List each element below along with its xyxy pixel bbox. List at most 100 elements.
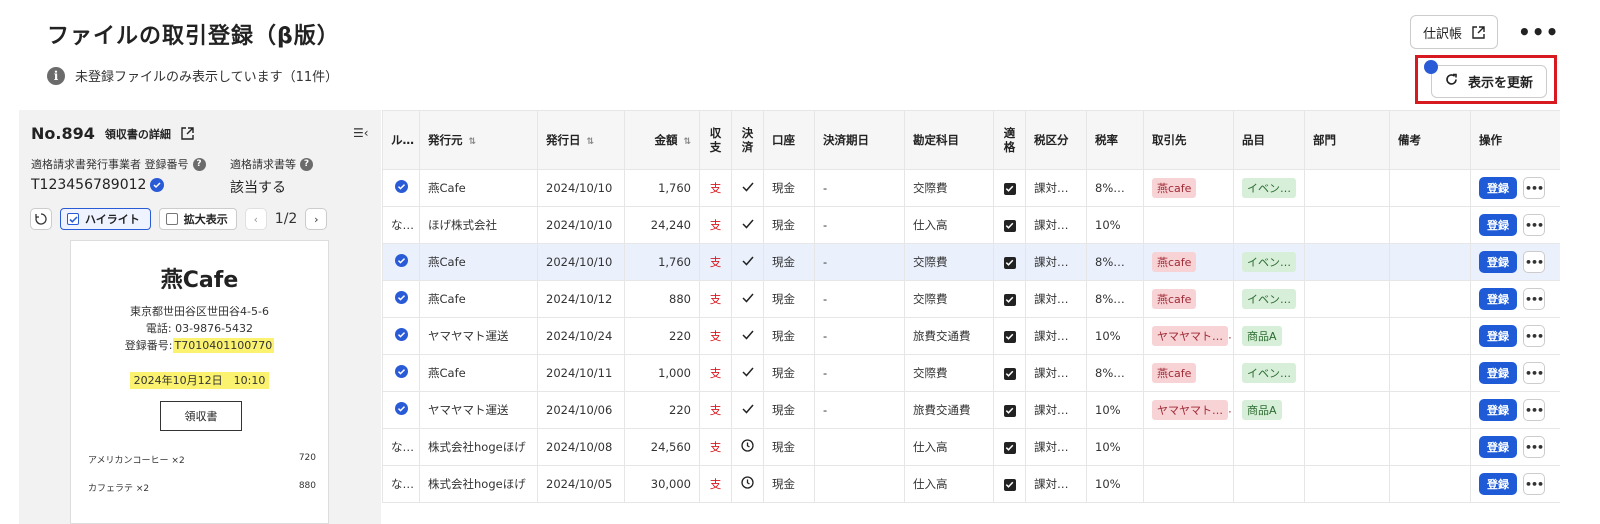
due-cell: [814, 428, 905, 466]
qualified-cell[interactable]: [993, 391, 1026, 429]
refresh-button[interactable]: 表示を更新: [1431, 65, 1547, 98]
partner-cell: 燕cafe: [1143, 354, 1234, 392]
col-rule[interactable]: ル…: [382, 110, 420, 170]
table-row[interactable]: 燕Cafe 2024/10/11 1,000 支現金 - 交際費 課対仕… 8%（… 燕cafe…: [382, 354, 1560, 392]
partner-cell: [1143, 206, 1234, 244]
receipt-doc-title: 領収書: [160, 401, 242, 431]
rule-applied-icon: [394, 291, 408, 307]
table-row[interactable]: 燕Cafe 2024/10/12 880 支現金 - 交際費 課対仕… 8%（… 燕cafe イベ…: [382, 280, 1560, 318]
help-icon[interactable]: ?: [192, 157, 206, 171]
qualified-cell[interactable]: [993, 465, 1026, 503]
row-more-button[interactable]: •••: [1523, 214, 1545, 236]
col-date[interactable]: 発行日 ⇅: [537, 110, 625, 170]
memo-cell: [1389, 243, 1471, 281]
table-body: 燕Cafe 2024/10/10 1,760 支現金 - 交際費 課対仕… 8%（… 燕cafe…: [382, 169, 1560, 503]
register-button[interactable]: 登録: [1479, 177, 1517, 199]
qualified-cell[interactable]: [993, 428, 1026, 466]
qualified-cell[interactable]: [993, 243, 1026, 281]
help-icon[interactable]: ?: [300, 157, 313, 171]
row-more-button[interactable]: •••: [1523, 251, 1545, 273]
table-row[interactable]: なし 株式会社hogeほげ 2024/10/08 24,560 支現金 仕入高 課対仕… 10…: [382, 428, 1560, 466]
qualified-cell[interactable]: [993, 169, 1026, 207]
register-button[interactable]: 登録: [1479, 214, 1517, 236]
col-settled-label-b: 済: [741, 140, 754, 154]
registration-label-text: 適格請求書発行事業者 登録番号: [31, 158, 189, 171]
table-row[interactable]: ヤマヤマト運送 2024/10/24 220 支現金 - 旅費交通費 課対仕… 10% ヤマヤマ…: [382, 317, 1560, 355]
row-more-button[interactable]: •••: [1523, 325, 1545, 347]
notice: i 未登録ファイルのみ表示しています（11件）: [47, 66, 338, 85]
row-more-button[interactable]: •••: [1523, 473, 1545, 495]
register-button[interactable]: 登録: [1479, 251, 1517, 273]
item-cell: [1233, 465, 1305, 503]
receipt-item-name: カフェラテ ×2: [88, 484, 150, 494]
col-settled-label-a: 決: [741, 126, 754, 140]
row-more-button[interactable]: •••: [1523, 288, 1545, 310]
collapse-panel-icon[interactable]: ☰‹: [353, 126, 369, 140]
qualified-cell[interactable]: [993, 280, 1026, 318]
memo-cell: [1389, 465, 1471, 503]
tax-rate-cell: 10%: [1086, 465, 1144, 503]
external-link-icon[interactable]: [181, 127, 194, 140]
due-cell: -: [814, 243, 905, 281]
col-issuer[interactable]: 発行元 ⇅: [419, 110, 538, 170]
type-cell: 支: [699, 465, 732, 503]
register-button[interactable]: 登録: [1479, 362, 1517, 384]
row-more-button[interactable]: •••: [1523, 177, 1545, 199]
table-row[interactable]: なし 株式会社hogeほげ 2024/10/05 30,000 支現金 仕入高 課対仕… 10…: [382, 465, 1560, 503]
register-button[interactable]: 登録: [1479, 436, 1517, 458]
type-cell: 支: [699, 243, 732, 281]
row-more-button[interactable]: •••: [1523, 399, 1545, 421]
table-row[interactable]: なし ほげ株式会社 2024/10/10 24,240 支現金 - 仕入高 課対仕… 10% 登録…: [382, 206, 1560, 244]
col-amount[interactable]: 金額 ⇅: [624, 110, 700, 170]
receipt-reg-number: T7010401100770: [172, 338, 275, 353]
item-tag: イベン…: [1242, 363, 1296, 383]
register-button[interactable]: 登録: [1479, 399, 1517, 421]
sort-icon[interactable]: ⇅: [469, 137, 477, 147]
more-menu-button[interactable]: •••: [1518, 20, 1559, 44]
table-row[interactable]: 燕Cafe 2024/10/10 1,760 支現金 - 交際費 課対仕… 8%（… 燕cafe…: [382, 169, 1560, 207]
rotate-icon[interactable]: [30, 208, 52, 230]
row-more-button[interactable]: •••: [1523, 436, 1545, 458]
issuer-cell: 燕Cafe: [419, 280, 538, 318]
journal-button[interactable]: 仕訳帳: [1410, 15, 1498, 49]
register-button[interactable]: 登録: [1479, 288, 1517, 310]
sort-icon[interactable]: ⇅: [587, 137, 595, 147]
clock-icon: [741, 439, 754, 455]
issuer-cell: ヤマヤマト運送: [419, 391, 538, 429]
checkbox-unchecked-icon: [165, 213, 178, 225]
zoom-toggle[interactable]: 拡大表示: [158, 208, 237, 230]
row-more-button[interactable]: •••: [1523, 362, 1545, 384]
next-page-button[interactable]: ›: [305, 208, 328, 230]
checkbox-checked-icon: [1003, 367, 1016, 380]
register-button[interactable]: 登録: [1479, 473, 1517, 495]
date-cell: 2024/10/11: [537, 354, 625, 392]
partner-cell: ヤマヤマト…: [1143, 317, 1234, 355]
sort-icon[interactable]: ⇅: [683, 137, 691, 147]
prev-page-button[interactable]: ‹: [244, 208, 267, 230]
registration-label: 適格請求書発行事業者 登録番号 ?: [31, 156, 206, 172]
memo-cell: [1389, 428, 1471, 466]
amount-cell: 24,560: [624, 428, 700, 466]
amount-cell: 220: [624, 391, 700, 429]
qualified-cell[interactable]: [993, 317, 1026, 355]
highlight-toggle[interactable]: ハイライト: [60, 208, 151, 230]
transactions-table-wrap: ル… 発行元 ⇅ 発行日 ⇅ 金額 ⇅ 収支 決済 口座 決済期日 勘定科目 適格 税…: [382, 110, 1560, 524]
tax-rate-cell: 8%（…: [1086, 280, 1144, 318]
qualified-label-text: 適格請求書等: [230, 158, 296, 171]
date-cell: 2024/10/24: [537, 317, 625, 355]
table-row[interactable]: 燕Cafe 2024/10/10 1,760 支現金 - 交際費 課対仕… 8%（… 燕cafe…: [382, 243, 1560, 281]
tax-category-cell: 課対仕…: [1025, 465, 1087, 503]
col-dept: 部門: [1304, 110, 1390, 170]
registration-number: T123456789012: [31, 177, 147, 193]
checkbox-checked-icon: [1003, 330, 1016, 343]
qualified-cell[interactable]: [993, 354, 1026, 392]
qualified-cell[interactable]: [993, 206, 1026, 244]
settled-cell: [731, 354, 764, 392]
tax-rate-cell: 10%: [1086, 317, 1144, 355]
table-row[interactable]: ヤマヤマト運送 2024/10/06 220 支現金 - 旅費交通費 課対仕… 10% ヤマヤマ…: [382, 391, 1560, 429]
col-memo: 備考: [1389, 110, 1471, 170]
dept-cell: [1304, 280, 1390, 318]
rule-cell: [382, 354, 420, 392]
register-button[interactable]: 登録: [1479, 325, 1517, 347]
issuer-cell: 株式会社hogeほげ: [419, 465, 538, 503]
